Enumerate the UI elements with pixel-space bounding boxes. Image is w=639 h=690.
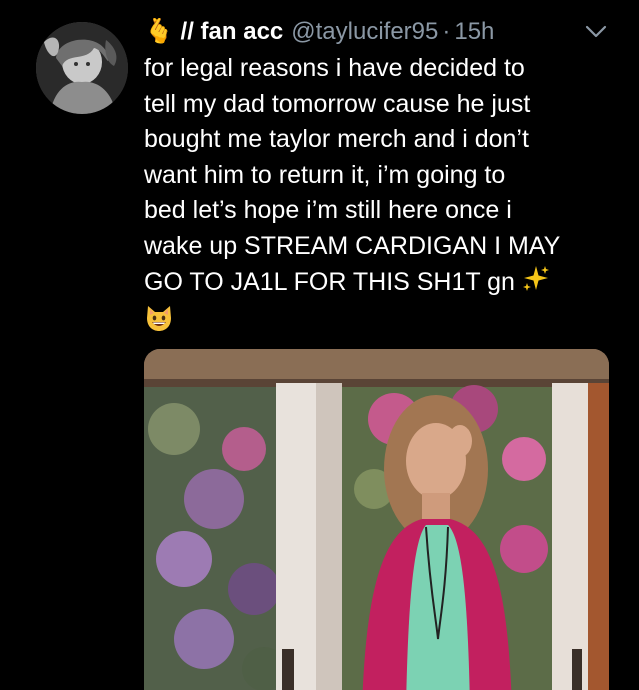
tweet-text-line-content: GO TO JA1L FOR THIS SH1T gn <box>144 267 515 296</box>
timestamp[interactable]: 15h <box>454 14 494 50</box>
tweet-text-line-last: GO TO JA1L FOR THIS SH1T gn <box>144 264 614 303</box>
grinning-cat-emoji-icon <box>144 303 174 344</box>
tweet[interactable]: 🫰 // fan acc @taylucifer95 · 15h for leg… <box>0 0 639 690</box>
chevron-down-icon[interactable] <box>583 22 609 42</box>
tweet-text: for legal reasons i have decided to tell… <box>144 51 614 343</box>
separator-dot: · <box>442 18 451 45</box>
user-handle[interactable]: @taylucifer95 <box>291 14 438 50</box>
tweet-text-line-emoji <box>144 303 614 344</box>
tweet-text-line: bought me taylor merch and i don’t <box>144 125 529 153</box>
tweet-text-line: for legal reasons i have decided to <box>144 54 525 82</box>
avatar[interactable] <box>36 22 128 114</box>
sparkles-emoji-icon <box>522 264 550 303</box>
tweet-text-line: want him to return it, i’m going to <box>144 160 506 189</box>
tweet-text-line: tell my dad tomorrow cause he just <box>144 89 531 118</box>
video-thumbnail[interactable] <box>144 349 609 690</box>
tweet-text-line: bed let’s hope i’m still here once i <box>144 196 512 224</box>
tweet-text-line: wake up STREAM CARDIGAN I MAY <box>144 231 561 260</box>
tweet-header: 🫰 // fan acc @taylucifer95 · 15h <box>144 14 614 50</box>
display-name[interactable]: 🫰 // fan acc <box>144 14 283 50</box>
